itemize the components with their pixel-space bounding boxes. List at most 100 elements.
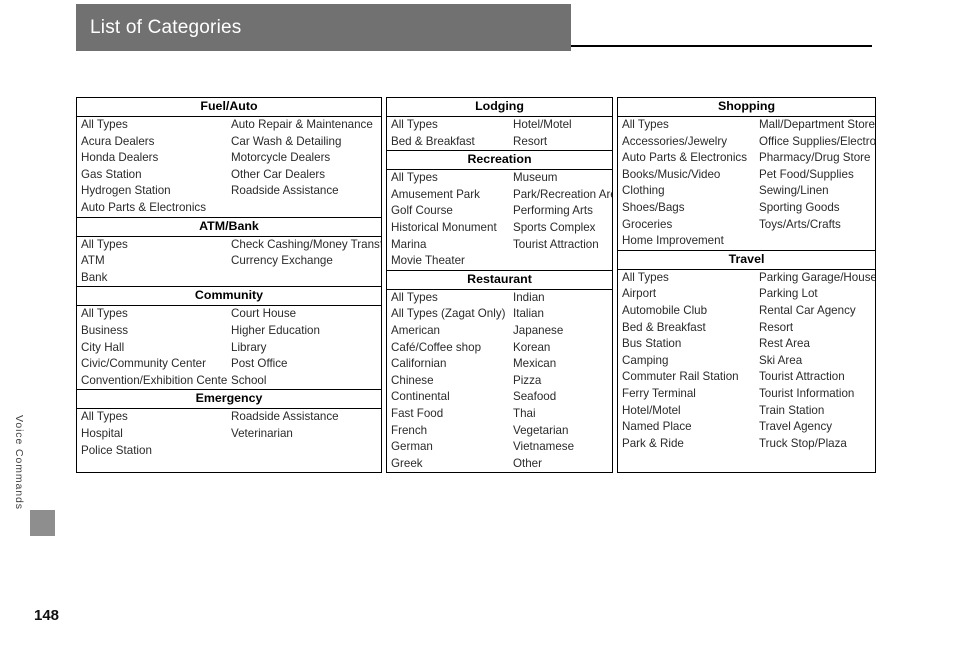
table-row: All Types Hotel/Motel <box>387 117 612 134</box>
category-item: Sewing/Linen <box>759 184 829 198</box>
category-item <box>509 253 612 270</box>
category-item: Gas Station <box>81 167 142 181</box>
category-item: German <box>391 440 433 454</box>
category-item: Hotel/Motel <box>622 403 681 417</box>
table-row: All Types Museum <box>387 170 612 187</box>
category-item <box>227 270 381 287</box>
table-row: Shoes/Bags Sporting Goods <box>618 200 875 217</box>
category-item: All Types <box>622 270 669 284</box>
category-item: Rest Area <box>759 337 810 351</box>
table-row: Accessories/Jewelry Office Supplies/Elect… <box>618 134 875 151</box>
category-item: Japanese <box>513 323 564 337</box>
table-row: ATM Currency Exchange <box>77 253 381 270</box>
category-item: Court House <box>231 307 297 321</box>
category-item: Tourist Information <box>759 386 855 400</box>
section-header: Shopping <box>618 98 875 117</box>
table-row: French Vegetarian <box>387 423 612 440</box>
category-item: Sports Complex <box>513 220 596 234</box>
category-item: All Types <box>391 290 438 304</box>
table-row: Honda Dealers Motorcycle Dealers <box>77 150 381 167</box>
category-item: Resort <box>513 134 548 148</box>
category-item: Bed & Breakfast <box>622 320 706 334</box>
category-item: Vietnamese <box>513 440 575 454</box>
category-item: Commuter Rail Station <box>622 370 739 384</box>
category-item: Californian <box>391 357 447 371</box>
category-item: Accessories/Jewelry <box>622 134 728 148</box>
category-item: Resort <box>759 320 794 334</box>
category-item: Tourist Attraction <box>513 237 599 251</box>
category-item: All Types <box>81 237 128 251</box>
table-row: All Types Court House <box>77 306 381 323</box>
category-item: Bank <box>81 270 108 284</box>
category-item: Fast Food <box>391 406 444 420</box>
category-item: Parking Lot <box>759 287 818 301</box>
category-item: Home Improvement <box>622 234 724 248</box>
category-item: Groceries <box>622 217 673 231</box>
category-item: Airport <box>622 287 657 301</box>
category-item: Park & Ride <box>622 436 684 450</box>
category-item: Museum <box>513 171 558 185</box>
header-divider-rule <box>571 45 872 47</box>
category-section: Community All Types Court House Business Hig… <box>77 286 381 389</box>
category-item: Books/Music/Video <box>622 167 721 181</box>
table-row: All Types Mall/Department Store <box>618 117 875 134</box>
table-row: Camping Ski Area <box>618 353 875 370</box>
category-item: Auto Parts & Electronics <box>81 200 207 214</box>
table-row: All Types Auto Repair & Maintenance <box>77 117 381 134</box>
category-item: Higher Education <box>231 323 320 337</box>
category-item: All Types <box>81 410 128 424</box>
table-row: Continental Seafood <box>387 389 612 406</box>
table-row: Commuter Rail Station Tourist Attraction <box>618 369 875 386</box>
category-item: French <box>391 423 428 437</box>
category-section: Recreation All Types Museum Amusement Park P… <box>387 150 612 270</box>
table-row: Named Place Travel Agency <box>618 419 875 436</box>
table-row: Convention/Exhibition Center School <box>77 373 381 390</box>
category-item: Shoes/Bags <box>622 200 685 214</box>
category-item: All Types <box>622 118 669 131</box>
category-item: Train Station <box>759 403 825 417</box>
category-item: Hotel/Motel <box>513 118 572 131</box>
section-rows: All Types Indian All Types (Zagat Only) Ita… <box>387 290 612 473</box>
section-header: Fuel/Auto <box>77 98 381 117</box>
table-row: Home Improvement <box>618 233 875 250</box>
section-header: Community <box>77 286 381 307</box>
category-item: Rental Car Agency <box>759 303 856 317</box>
table-row: Hospital Veterinarian <box>77 426 381 443</box>
category-item: Greek <box>391 456 423 470</box>
category-section: Shopping All Types Mall/Department Store Ac… <box>618 98 875 250</box>
category-item <box>227 200 381 217</box>
category-item: Performing Arts <box>513 204 593 218</box>
category-item: Check Cashing/Money Transfer <box>231 237 381 251</box>
category-item: Pet Food/Supplies <box>759 167 854 181</box>
category-section: ATM/Bank All Types Check Cashing/Money Tra… <box>77 216 381 287</box>
table-row: All Types Parking Garage/House <box>618 270 875 287</box>
category-item: Truck Stop/Plaza <box>759 436 847 450</box>
section-rows: All Types Parking Garage/House Airport Park… <box>618 270 875 453</box>
section-header: ATM/Bank <box>77 216 381 237</box>
category-item: Other <box>513 456 542 470</box>
table-row: Golf Course Performing Arts <box>387 203 612 220</box>
category-item: Auto Parts & Electronics <box>622 151 748 165</box>
table-row: Café/Coffee shop Korean <box>387 340 612 357</box>
category-item: Veterinarian <box>231 426 293 440</box>
side-tab-marker[interactable] <box>30 510 55 536</box>
category-item: Café/Coffee shop <box>391 340 482 354</box>
category-item: All Types <box>81 118 128 131</box>
table-row: Business Higher Education <box>77 323 381 340</box>
table-row: Chinese Pizza <box>387 373 612 390</box>
page-number: 148 <box>34 607 60 624</box>
category-item: Toys/Arts/Crafts <box>759 217 841 231</box>
category-item: Seafood <box>513 390 557 404</box>
table-row: All Types Check Cashing/Money Transfer <box>77 237 381 254</box>
category-item: Ferry Terminal <box>622 386 696 400</box>
category-item: Pharmacy/Drug Store <box>759 151 871 165</box>
category-item: Travel Agency <box>759 420 833 434</box>
section-header: Travel <box>618 249 875 270</box>
category-item: Pizza <box>513 373 542 387</box>
column-right: Shopping All Types Mall/Department Store Ac… <box>617 97 876 473</box>
category-item: Movie Theater <box>391 254 465 268</box>
table-row: Hydrogen Station Roadside Assistance <box>77 183 381 200</box>
table-row: All Types (Zagat Only) Italian <box>387 306 612 323</box>
section-header: Lodging <box>387 98 612 117</box>
category-item: City Hall <box>81 340 125 354</box>
